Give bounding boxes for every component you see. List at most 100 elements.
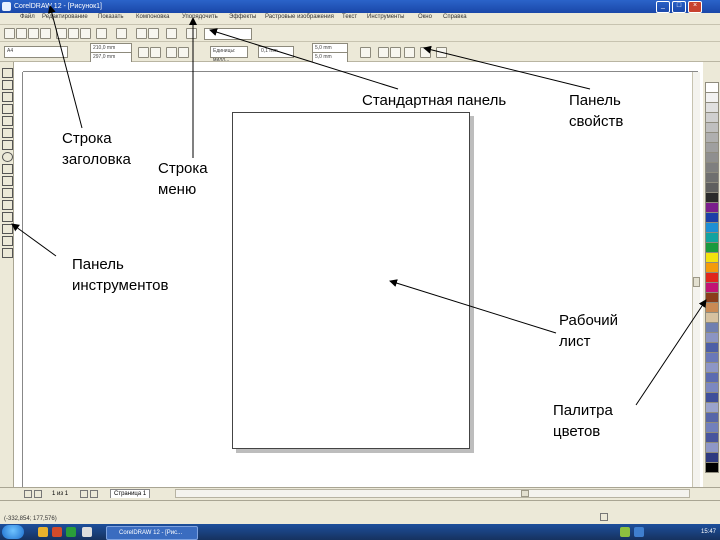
- cursor-coordinates: (-332,854; 177,576): [4, 516, 57, 522]
- treat-as-filled-icon[interactable]: [360, 47, 371, 58]
- export-icon[interactable]: [148, 28, 159, 39]
- snap-to-guidelines-icon[interactable]: [390, 47, 401, 58]
- annotation-worksheet: Рабочий лист: [559, 310, 618, 352]
- menu-arrange[interactable]: Упорядочить: [182, 14, 218, 20]
- menu-edit[interactable]: Редактирование: [42, 14, 88, 20]
- start-button[interactable]: [2, 525, 24, 539]
- horizontal-scroll-thumb[interactable]: [521, 490, 529, 497]
- fill-tool-icon[interactable]: [2, 236, 13, 246]
- landscape-orientation-icon[interactable]: [150, 47, 161, 58]
- vertical-scroll-thumb[interactable]: [693, 277, 700, 287]
- drawing-units-dropdown[interactable]: Единицы: милл...: [210, 46, 248, 63]
- current-page-icon[interactable]: [178, 47, 189, 58]
- corel-online-icon[interactable]: [186, 28, 197, 39]
- explorer-icon[interactable]: [38, 527, 48, 537]
- annotation-properties-panel: Панель свойств: [569, 90, 623, 132]
- zoom-tool-icon[interactable]: [2, 104, 13, 114]
- menu-effects[interactable]: Эффекты: [229, 14, 256, 20]
- menu-bar: Файл Редактирование Показать Компоновка …: [0, 13, 720, 25]
- annotation-menu-row: Строка меню: [158, 158, 208, 200]
- annotation-palette: Палитра цветов: [553, 400, 613, 442]
- annotation-title-row-line1: Строка: [62, 130, 112, 147]
- media-player-icon[interactable]: [66, 527, 76, 537]
- all-pages-icon[interactable]: [166, 47, 177, 58]
- color-palette: [703, 62, 720, 487]
- smart-fill-tool-icon[interactable]: [2, 128, 13, 138]
- annotation-menu-row-line2: меню: [158, 181, 197, 198]
- coreldraw-app-icon[interactable]: [2, 2, 11, 11]
- menu-file[interactable]: Файл: [20, 14, 35, 20]
- horizontal-scrollbar[interactable]: [175, 489, 690, 498]
- new-file-icon[interactable]: [4, 28, 15, 39]
- maximize-button[interactable]: □: [672, 1, 686, 13]
- fill-indicator-icon[interactable]: [600, 513, 608, 521]
- vertical-scrollbar[interactable]: [692, 72, 700, 487]
- taskbar-coreldraw-button[interactable]: CorelDRAW 12 - [Рис...: [106, 526, 198, 540]
- crop-tool-icon[interactable]: [2, 92, 13, 102]
- annotation-worksheet-line2: лист: [559, 333, 591, 350]
- paste-icon[interactable]: [80, 28, 91, 39]
- horizontal-ruler[interactable]: [23, 62, 698, 72]
- cut-icon[interactable]: [56, 28, 67, 39]
- undo-icon[interactable]: [96, 28, 107, 39]
- next-page-icon[interactable]: [80, 490, 88, 498]
- menu-bitmaps[interactable]: Растровые изображения: [265, 14, 334, 20]
- paper-size-dropdown[interactable]: A4: [4, 46, 68, 58]
- redo-icon[interactable]: [116, 28, 127, 39]
- print-icon[interactable]: [40, 28, 51, 39]
- outline-tool-icon[interactable]: [2, 224, 13, 234]
- menu-help[interactable]: Справка: [443, 14, 467, 20]
- drawing-page[interactable]: [232, 112, 470, 449]
- portrait-orientation-icon[interactable]: [138, 47, 149, 58]
- pick-tool-icon[interactable]: [2, 68, 13, 78]
- tray-network-icon[interactable]: [620, 527, 630, 537]
- snap-to-objects-icon[interactable]: [404, 47, 415, 58]
- dynamic-guides-icon[interactable]: [436, 47, 447, 58]
- palette-swatch[interactable]: [705, 462, 719, 473]
- interactive-fill-tool-icon[interactable]: [2, 248, 13, 258]
- save-icon[interactable]: [28, 28, 39, 39]
- nudge-offset-field[interactable]: 0,1 mm: [258, 46, 294, 58]
- show-desktop-icon[interactable]: [82, 527, 92, 537]
- annotation-standard-panel: Стандартная панель: [362, 92, 507, 109]
- basic-shapes-tool-icon[interactable]: [2, 176, 13, 186]
- tray-volume-icon[interactable]: [634, 527, 644, 537]
- menu-layout[interactable]: Компоновка: [136, 14, 169, 20]
- annotation-toolbox-line2: инструментов: [72, 277, 169, 294]
- annotation-title-row: Строка заголовка: [62, 128, 131, 170]
- eyedropper-tool-icon[interactable]: [2, 212, 13, 222]
- vertical-ruler[interactable]: [14, 72, 23, 487]
- open-folder-icon[interactable]: [16, 28, 27, 39]
- options-icon[interactable]: [420, 47, 431, 58]
- import-icon[interactable]: [136, 28, 147, 39]
- interactive-blend-tool-icon[interactable]: [2, 200, 13, 210]
- freehand-tool-icon[interactable]: [2, 116, 13, 126]
- copy-icon[interactable]: [68, 28, 79, 39]
- page-tab[interactable]: Страница 1: [110, 489, 151, 498]
- previous-page-icon[interactable]: [34, 490, 42, 498]
- ellipse-tool-icon[interactable]: [2, 152, 13, 162]
- shape-tool-icon[interactable]: [2, 80, 13, 90]
- menu-window[interactable]: Окно: [418, 14, 432, 20]
- snap-to-grid-icon[interactable]: [378, 47, 389, 58]
- close-button[interactable]: ×: [688, 1, 702, 13]
- menu-text[interactable]: Текст: [342, 14, 357, 20]
- annotation-menu-row-line1: Строка: [158, 160, 208, 177]
- annotation-properties-line2: свойств: [569, 113, 624, 130]
- polygon-tool-icon[interactable]: [2, 164, 13, 174]
- toolbox: [0, 62, 14, 487]
- menu-view[interactable]: Показать: [98, 14, 124, 20]
- application-launcher-icon[interactable]: [166, 28, 177, 39]
- rectangle-tool-icon[interactable]: [2, 140, 13, 150]
- windows-taskbar: CorelDRAW 12 - [Рис... 15:47: [0, 524, 720, 540]
- page-counter: 1 из 1: [52, 491, 69, 497]
- browser-icon[interactable]: [52, 527, 62, 537]
- text-tool-icon[interactable]: [2, 188, 13, 198]
- zoom-level-dropdown[interactable]: [204, 28, 252, 40]
- annotation-properties-line1: Панель: [569, 92, 621, 109]
- annotation-toolbox-line1: Панель: [72, 256, 124, 273]
- menu-tools[interactable]: Инструменты: [367, 14, 404, 20]
- last-page-icon[interactable]: [90, 490, 98, 498]
- minimize-button[interactable]: _: [656, 1, 670, 13]
- first-page-icon[interactable]: [24, 490, 32, 498]
